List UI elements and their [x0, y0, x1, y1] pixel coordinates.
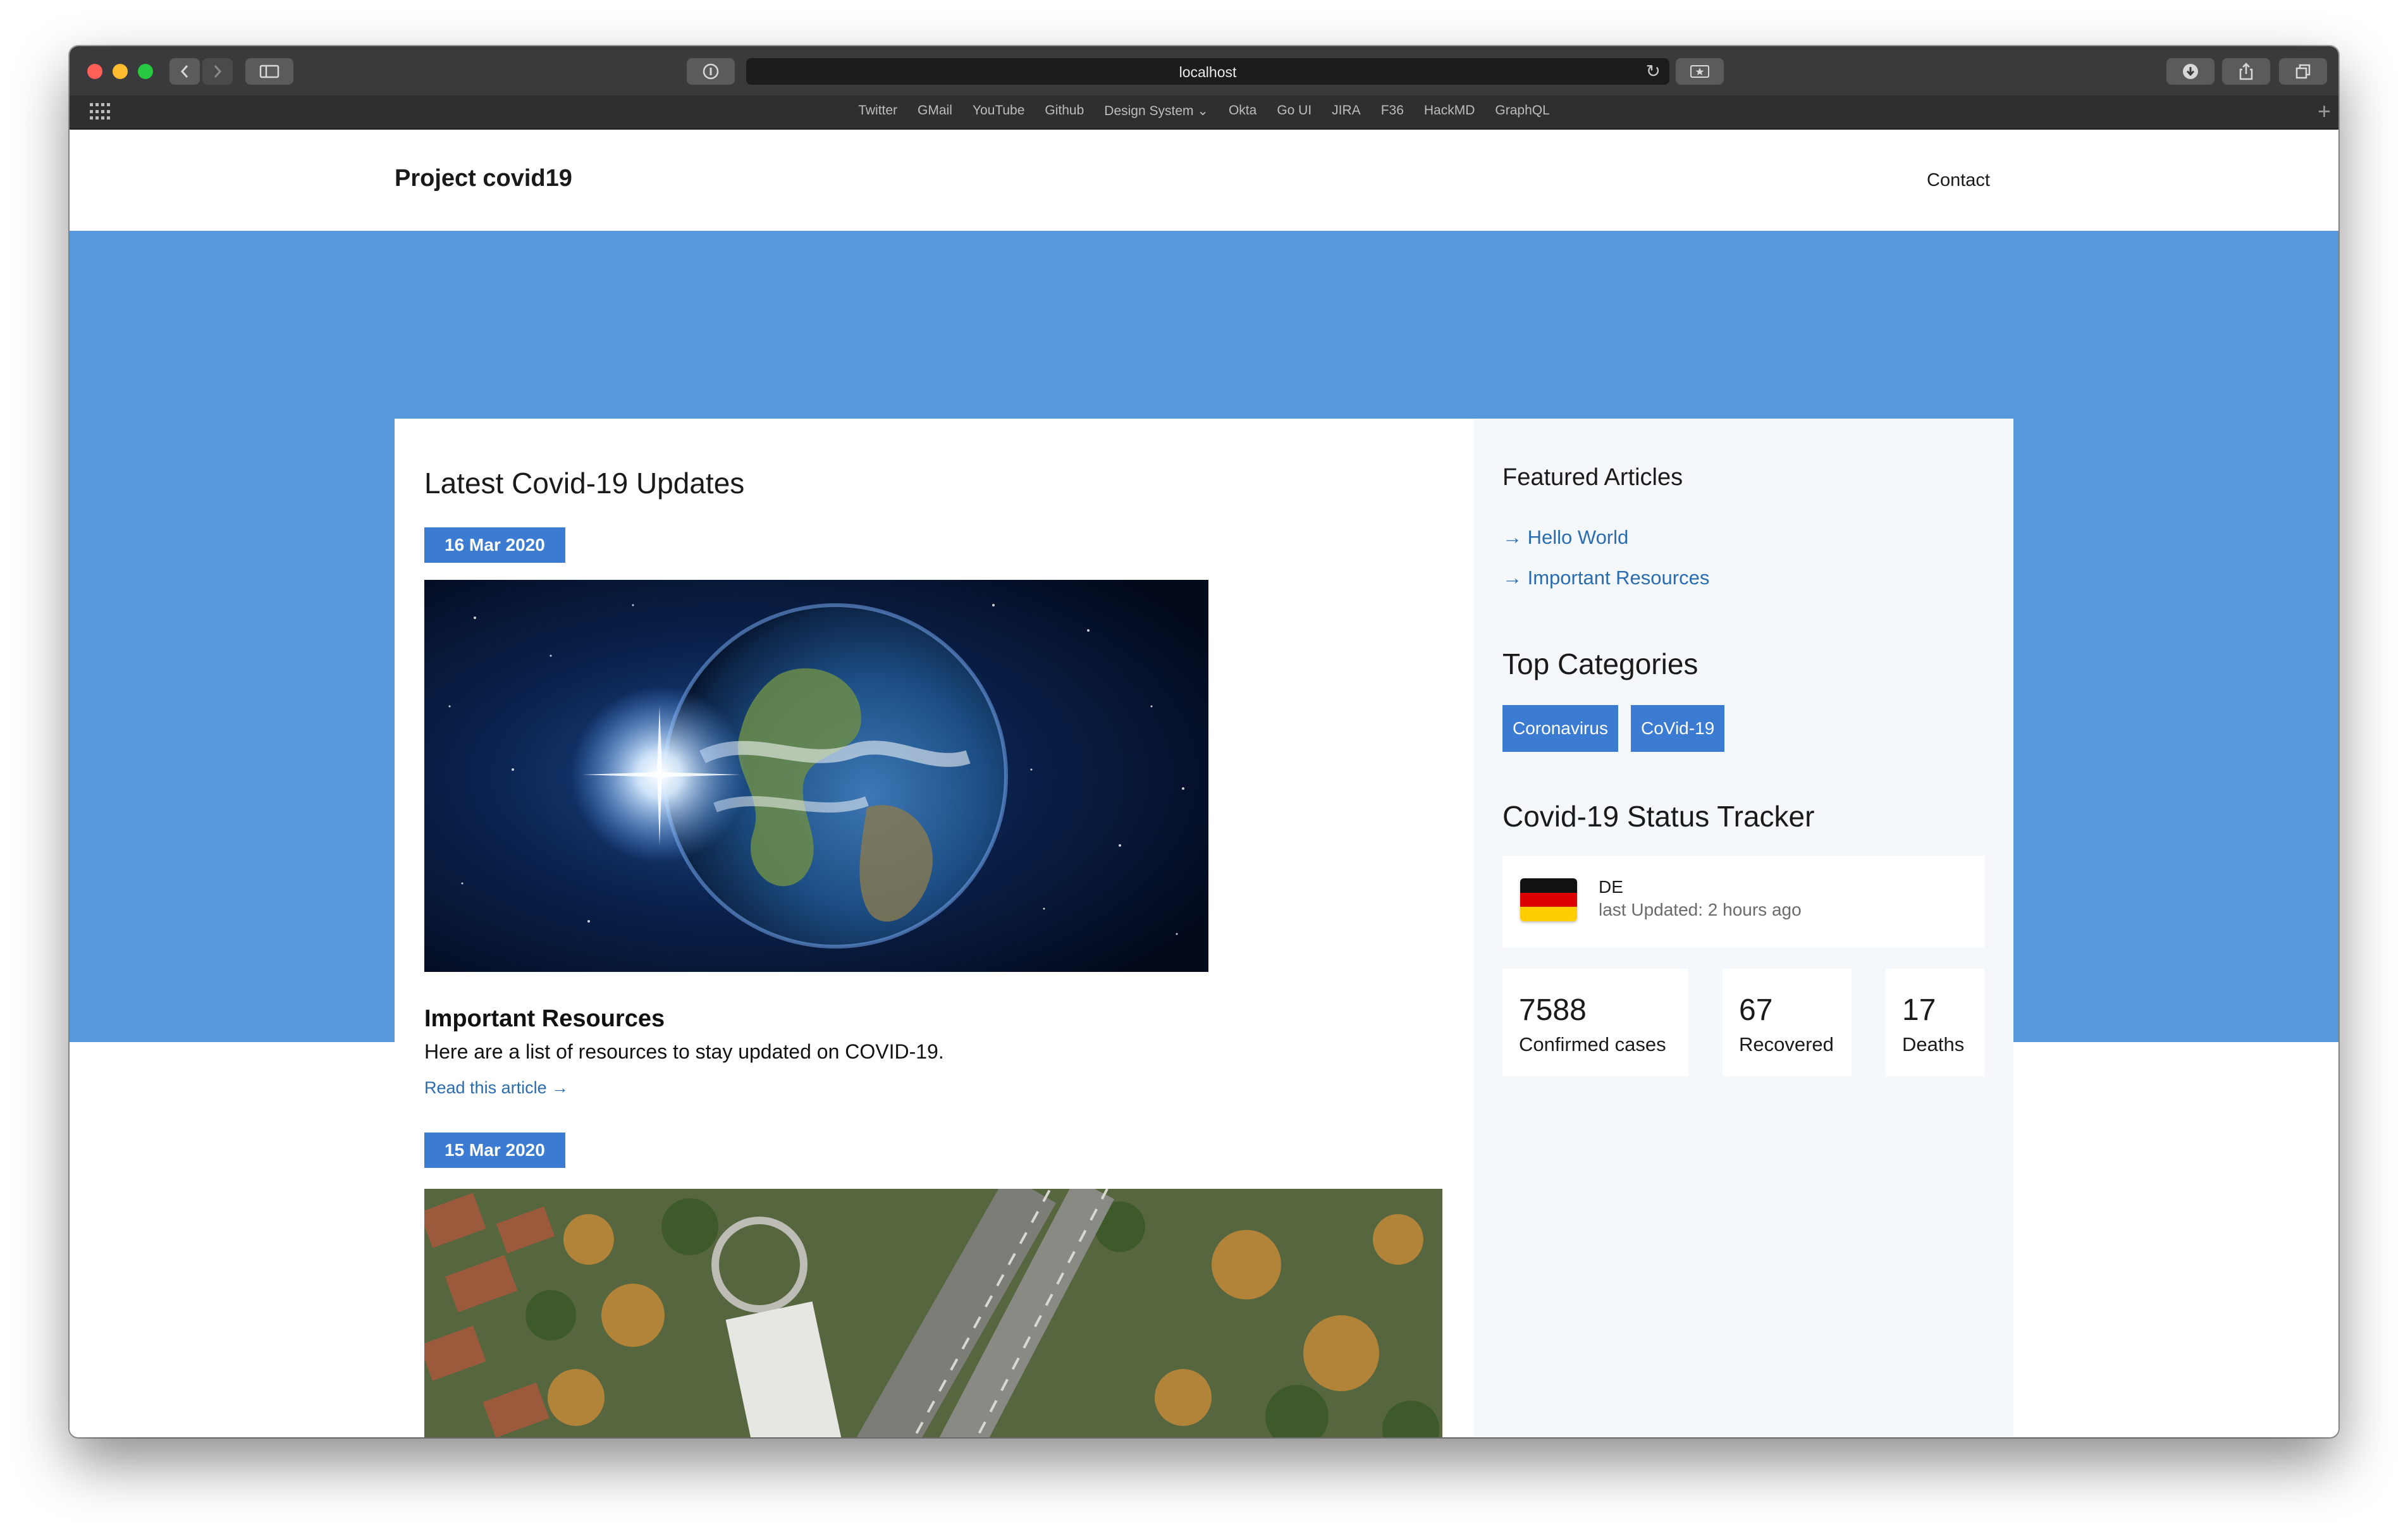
earth-image [424, 580, 1208, 972]
read-article-link[interactable]: Read this article → [424, 1078, 568, 1098]
article-description: Here are a list of resources to stay upd… [424, 1040, 944, 1063]
favorite-gmail[interactable]: GMail [918, 103, 952, 119]
stat-value: 17 [1902, 993, 1936, 1027]
favorite-youtube[interactable]: YouTube [973, 103, 1025, 119]
favorite-okta[interactable]: Okta [1229, 103, 1256, 119]
country-card[interactable]: DE last Updated: 2 hours ago [1502, 856, 1984, 948]
chevron-right-icon [214, 65, 222, 78]
stat-value: 7588 [1519, 993, 1587, 1027]
category-covid-19[interactable]: CoVid-19 [1631, 705, 1725, 752]
stat-deaths-card: 17 Deaths [1886, 969, 1984, 1076]
nav-contact-link[interactable]: Contact [1927, 170, 1990, 191]
stat-label: Confirmed cases [1519, 1033, 1666, 1055]
date-badge: 16 Mar 2020 [424, 527, 565, 563]
close-window-button[interactable] [87, 64, 102, 79]
favorite-hackmd[interactable]: HackMD [1424, 103, 1475, 119]
tabs-icon [2295, 64, 2311, 79]
country-code: DE [1599, 877, 1623, 897]
favorite-go-ui[interactable]: Go UI [1277, 103, 1312, 119]
favorite-github[interactable]: Github [1045, 103, 1084, 119]
article-image-city[interactable] [424, 1189, 1442, 1437]
bookmark-button[interactable] [1676, 58, 1724, 85]
downloads-button[interactable] [2166, 58, 2214, 85]
content-card: Latest Covid-19 Updates 16 Mar 2020 Impo… [395, 419, 2013, 1437]
favorite-design-system[interactable]: Design System ⌄ [1104, 103, 1208, 119]
forward-button[interactable] [202, 58, 233, 85]
zoom-window-button[interactable] [138, 64, 153, 79]
chevron-left-icon [180, 65, 188, 78]
article-image-earth[interactable] [424, 580, 1208, 972]
date-badge: 15 Mar 2020 [424, 1133, 565, 1168]
web-page: Project covid19 Contact Latest Covid-19 … [70, 130, 2338, 1437]
featured-link-hello-world[interactable]: → Hello World [1502, 526, 1628, 549]
download-icon [2183, 64, 2198, 79]
favorite-twitter[interactable]: Twitter [858, 103, 897, 119]
favorite-jira[interactable]: JIRA [1332, 103, 1361, 119]
city-aerial-image [424, 1189, 1442, 1437]
favorites-bar: Twitter GMail YouTube Github Design Syst… [70, 95, 2338, 130]
last-updated-text: last Updated: 2 hours ago [1599, 900, 1802, 919]
sidebar-icon [259, 64, 280, 78]
site-brand[interactable]: Project covid19 [395, 165, 572, 192]
status-tracker-heading: Covid-19 Status Tracker [1502, 800, 1815, 833]
favorite-f36[interactable]: F36 [1381, 103, 1404, 119]
info-circle-icon [703, 63, 719, 80]
latest-updates-heading: Latest Covid-19 Updates [424, 467, 745, 500]
stat-label: Deaths [1902, 1033, 1965, 1055]
article-title[interactable]: Important Resources [424, 1005, 665, 1033]
favorite-graphql[interactable]: GraphQL [1495, 103, 1549, 119]
featured-link-important-resources[interactable]: → Important Resources [1502, 567, 1709, 589]
share-button[interactable] [2222, 58, 2270, 85]
stat-confirmed-card: 7588 Confirmed cases [1502, 969, 1688, 1076]
password-manager-button[interactable] [687, 58, 735, 85]
sidebar: Featured Articles → Hello World → Import… [1473, 419, 2013, 1437]
category-coronavirus[interactable]: Coronavirus [1502, 705, 1618, 752]
share-icon [2239, 63, 2253, 80]
stat-recovered-card: 67 Recovered [1723, 969, 1852, 1076]
germany-flag-icon [1520, 878, 1577, 921]
stat-value: 67 [1739, 993, 1773, 1027]
reload-icon[interactable]: ↻ [1646, 62, 1661, 81]
tabs-overview-button[interactable] [2279, 58, 2327, 85]
stat-label: Recovered [1739, 1033, 1834, 1055]
new-tab-icon[interactable]: + [2318, 98, 2331, 125]
featured-articles-heading: Featured Articles [1502, 464, 1683, 491]
browser-toolbar: localhost ↻ [70, 46, 2338, 97]
url-text: localhost [1179, 64, 1237, 80]
browser-window: localhost ↻ Twitter GMail YouTube Github… [70, 46, 2338, 1437]
address-bar[interactable]: localhost ↻ [746, 58, 1669, 85]
back-button[interactable] [169, 58, 200, 85]
star-icon [1690, 65, 1709, 78]
site-header: Project covid19 Contact [70, 130, 2338, 231]
favorites-list: Twitter GMail YouTube Github Design Syst… [70, 103, 2338, 119]
sidebar-toggle-button[interactable] [245, 58, 293, 85]
top-categories-heading: Top Categories [1502, 648, 1698, 680]
minimize-window-button[interactable] [113, 64, 128, 79]
